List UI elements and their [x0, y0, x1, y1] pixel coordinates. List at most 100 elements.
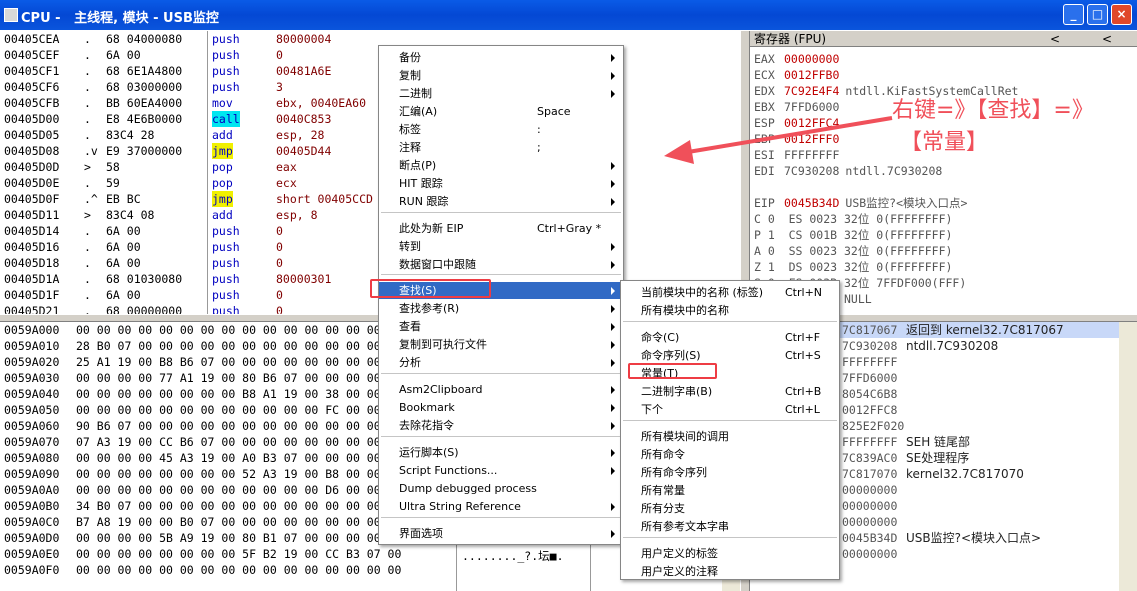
- submenu-item-shortcut: Ctrl+F: [785, 331, 821, 344]
- disasm-row[interactable]: 00405D05. 83C4 28 add esp, 28: [0, 127, 740, 143]
- menu-item[interactable]: HIT 跟踪: [379, 175, 623, 192]
- flag-row[interactable]: P 1 CS 001B 32位 0(FFFFFFFF): [754, 227, 952, 243]
- stack-scrollbar[interactable]: [1119, 322, 1137, 591]
- submenu-item[interactable]: 所有模块间的调用: [621, 428, 839, 445]
- menu-item[interactable]: 断点(P): [379, 157, 623, 174]
- disasm-argument: ebx, 0040EA60: [276, 96, 367, 110]
- menu-separator: [381, 212, 621, 213]
- dump-hex: 34 B0 07 00 00 00 00 00 00 00 00 00 00 0…: [76, 499, 402, 513]
- disasm-row[interactable]: 00405D0F .^ EB BC jmp short 00405CCD: [0, 191, 740, 207]
- submenu-item-label: 所有模块间的调用: [641, 430, 729, 443]
- submenu-item[interactable]: 用户定义的注释: [621, 563, 839, 580]
- registers-prev2-button[interactable]: <: [1102, 31, 1112, 47]
- close-button[interactable]: ×: [1111, 4, 1132, 25]
- menu-item[interactable]: 复制到可执行文件: [379, 336, 623, 353]
- dump-address: 0059A0B0: [4, 499, 60, 513]
- disasm-address: 00405D1A: [4, 272, 60, 286]
- register-row[interactable]: EAX 00000000: [754, 51, 845, 67]
- menu-item[interactable]: Asm2Clipboard: [379, 381, 623, 398]
- submenu-arrow-icon: [611, 323, 615, 331]
- register-name: EIP: [754, 196, 775, 210]
- submenu-item[interactable]: 当前模块中的名称 (标签) Ctrl+N: [621, 284, 839, 301]
- menu-item[interactable]: 备份: [379, 49, 623, 66]
- flag-row[interactable]: A 0 SS 0023 32位 0(FFFFFFFF): [754, 243, 952, 259]
- menu-item[interactable]: Ultra String Reference: [379, 498, 623, 515]
- disasm-command: push: [212, 272, 240, 286]
- disasm-row[interactable]: 00405D00. E8 4E6B0000 call 0040C853: [0, 111, 740, 127]
- flag-row[interactable]: Z 1 DS 0023 32位 0(FFFFFFFF): [754, 259, 952, 275]
- submenu-item[interactable]: 所有参考文本字串: [621, 518, 839, 535]
- stack-comment: SE处理程序: [906, 451, 970, 465]
- register-row[interactable]: ECX 0012FFB0: [754, 67, 845, 83]
- menu-item[interactable]: 查看: [379, 318, 623, 335]
- menu-item[interactable]: Dump debugged process: [379, 480, 623, 497]
- disassembly-pane[interactable]: 00405CEA. 68 04000080 push 80000004 00405CEF…: [0, 31, 740, 314]
- disasm-command: push: [212, 288, 240, 302]
- dump-address: 0059A060: [4, 419, 60, 433]
- menu-item-label: 数据窗口中跟随: [399, 258, 476, 271]
- disasm-row[interactable]: 00405CFB. BB 60EA4000 mov ebx, 0040EA60: [0, 95, 740, 111]
- flag-row[interactable]: C 0 ES 0023 32位 0(FFFFFFFF): [754, 211, 952, 227]
- disasm-address: 00405CEA: [4, 32, 60, 46]
- submenu-item[interactable]: 命令(C) Ctrl+F: [621, 329, 839, 346]
- menu-item[interactable]: 去除花指令: [379, 417, 623, 434]
- submenu-item[interactable]: 下个 Ctrl+L: [621, 401, 839, 418]
- disasm-row[interactable]: 00405D16. 6A 00 push 0: [0, 239, 740, 255]
- submenu-item[interactable]: 二进制字串(B) Ctrl+B: [621, 383, 839, 400]
- menu-item[interactable]: Bookmark: [379, 399, 623, 416]
- menu-item[interactable]: 汇编(A) Space: [379, 103, 623, 120]
- menu-item[interactable]: 界面选项: [379, 525, 623, 542]
- vertical-splitter-top[interactable]: [740, 31, 750, 314]
- disasm-row[interactable]: 00405D11 >83C4 08 add esp, 8: [0, 207, 740, 223]
- title-bar[interactable]: CPU - 主线程, 模块 - USB监控 _ □ ×: [0, 0, 1137, 30]
- menu-item[interactable]: 查找参考(R): [379, 300, 623, 317]
- submenu-item[interactable]: 命令序列(S) Ctrl+S: [621, 347, 839, 364]
- menu-item[interactable]: RUN 跟踪: [379, 193, 623, 210]
- find-submenu[interactable]: 当前模块中的名称 (标签) Ctrl+N 所有模块中的名称 命令(C) Ctrl+F 命令…: [620, 280, 840, 580]
- menu-item[interactable]: 复制: [379, 67, 623, 84]
- minimize-button[interactable]: _: [1063, 4, 1084, 25]
- submenu-item[interactable]: 常量(T): [621, 365, 839, 382]
- disasm-row[interactable]: 00405D14. 6A 00 push 0: [0, 223, 740, 239]
- submenu-arrow-icon: [611, 261, 615, 269]
- submenu-item[interactable]: 所有命令序列: [621, 464, 839, 481]
- menu-item[interactable]: 转到: [379, 238, 623, 255]
- submenu-item-shortcut: Ctrl+N: [785, 286, 823, 299]
- register-row[interactable]: EIP 0045B34D USB监控?<模块入口点>: [754, 195, 967, 211]
- menu-item[interactable]: 数据窗口中跟随: [379, 256, 623, 273]
- disasm-row[interactable]: 00405D0D >58 pop eax: [0, 159, 740, 175]
- menu-item-label: 复制: [399, 69, 421, 82]
- submenu-item[interactable]: 所有常量: [621, 482, 839, 499]
- disasm-row[interactable]: 00405D18. 6A 00 push 0: [0, 255, 740, 271]
- submenu-arrow-icon: [611, 72, 615, 80]
- menu-item[interactable]: 此处为新 EIP Ctrl+Gray *: [379, 220, 623, 237]
- menu-item[interactable]: 标签:: [379, 121, 623, 138]
- menu-item-label: Script Functions...: [399, 464, 498, 477]
- submenu-item[interactable]: 用户定义的标签: [621, 545, 839, 562]
- disasm-row[interactable]: 00405CF1. 68 6E1A4800 push 00481A6E: [0, 63, 740, 79]
- menu-item[interactable]: 注释;: [379, 139, 623, 156]
- menu-item[interactable]: 运行脚本(S): [379, 444, 623, 461]
- disasm-row[interactable]: 00405CEF. 6A 00 push 0: [0, 47, 740, 63]
- menu-item[interactable]: Script Functions...: [379, 462, 623, 479]
- registers-pane[interactable]: 寄存器 (FPU) < < EAX 00000000 ECX 0012FFB0 EDX 7…: [750, 31, 1137, 314]
- menu-item[interactable]: 分析: [379, 354, 623, 371]
- menu-item[interactable]: 查找(S): [379, 282, 623, 299]
- disasm-row[interactable]: 00405D0E. 59 pop ecx: [0, 175, 740, 191]
- disasm-row[interactable]: 00405CF6. 68 03000000 push 3: [0, 79, 740, 95]
- register-row[interactable]: [754, 179, 790, 195]
- disasm-row[interactable]: 00405CEA. 68 04000080 push 80000004: [0, 31, 740, 47]
- submenu-item[interactable]: 所有命令: [621, 446, 839, 463]
- menu-item[interactable]: 二进制: [379, 85, 623, 102]
- maximize-button[interactable]: □: [1087, 4, 1108, 25]
- dump-hex: 00 00 00 00 00 00 00 00 00 00 00 00 00 0…: [76, 323, 402, 337]
- disasm-row[interactable]: 00405D08 .v E9 37000000 jmp 00405D44: [0, 143, 740, 159]
- disasm-hex: 6A 00: [106, 256, 141, 270]
- dump-hex: 00 00 00 00 45 A3 19 00 A0 B3 07 00 00 0…: [76, 451, 402, 465]
- registers-prev-button[interactable]: <: [1050, 31, 1060, 47]
- context-menu[interactable]: 备份复制二进制 汇编(A) Space 标签: 注释; 断点(P) HIT 跟踪 RUN 跟踪…: [378, 45, 624, 545]
- menu-item-label: 备份: [399, 51, 421, 64]
- submenu-item[interactable]: 所有模块中的名称: [621, 302, 839, 319]
- submenu-item[interactable]: 所有分支: [621, 500, 839, 517]
- disasm-hex: 6A 00: [106, 48, 141, 62]
